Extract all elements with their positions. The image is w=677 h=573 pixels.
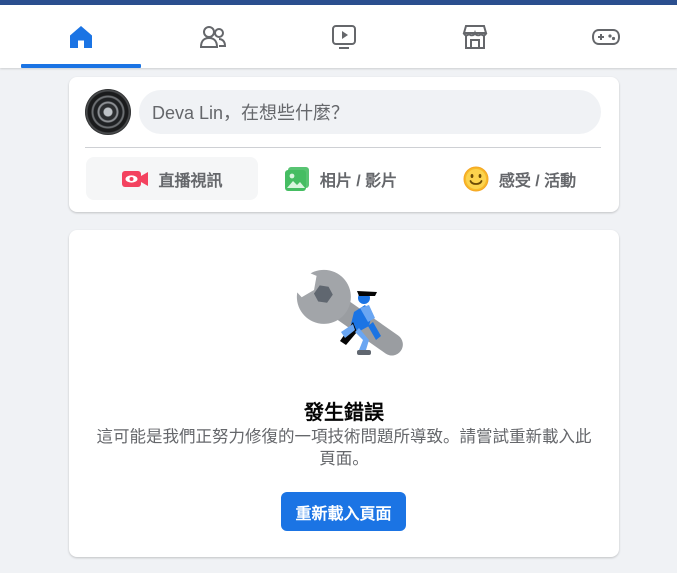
wrench-worker-illustration xyxy=(291,269,403,356)
photo-video-label: 相片 / 影片 xyxy=(319,172,398,190)
live-video-button[interactable]: 直播視訊 xyxy=(86,157,258,200)
composer-divider xyxy=(85,147,601,148)
feeling-activity-label: 感受 / 活動 xyxy=(498,172,577,190)
feeling-activity-icon xyxy=(463,166,489,191)
tab-gaming[interactable] xyxy=(546,5,666,68)
top-navigation-bar xyxy=(0,5,677,68)
friends-icon xyxy=(199,25,227,48)
live-video-label: 直播視訊 xyxy=(158,172,223,190)
tab-watch[interactable] xyxy=(284,5,404,68)
tab-home[interactable] xyxy=(21,5,141,68)
photo-video-icon xyxy=(284,166,309,191)
error-card: 發生錯誤 這可能是我們正努力修復的一項技術問題所導致。請嘗試重新載入此頁面。 重… xyxy=(69,230,619,557)
feeling-activity-button[interactable]: 感受 / 活動 xyxy=(447,157,591,200)
live-video-icon xyxy=(122,170,149,187)
tab-marketplace[interactable] xyxy=(415,5,535,68)
avatar[interactable] xyxy=(85,89,131,135)
whats-on-your-mind-input[interactable]: Deva Lin，在想些什麼？ xyxy=(139,90,601,134)
post-composer: Deva Lin，在想些什麼？ 直播視訊 相片 / 影片 感受 / 活動 xyxy=(69,77,619,212)
error-title: 發生錯誤 xyxy=(304,402,384,424)
home-icon xyxy=(70,25,92,48)
gaming-icon xyxy=(592,28,620,45)
photo-video-button[interactable]: 相片 / 影片 xyxy=(275,157,405,200)
marketplace-icon xyxy=(462,24,488,49)
reload-page-button[interactable]: 重新載入頁面 xyxy=(281,492,406,531)
error-message: 這可能是我們正努力修復的一項技術問題所導致。請嘗試重新載入此頁面。 xyxy=(96,428,592,468)
watch-icon xyxy=(332,24,356,49)
composer-prompt: Deva Lin，在想些什麼？ xyxy=(152,103,350,123)
tab-friends[interactable] xyxy=(153,5,273,68)
